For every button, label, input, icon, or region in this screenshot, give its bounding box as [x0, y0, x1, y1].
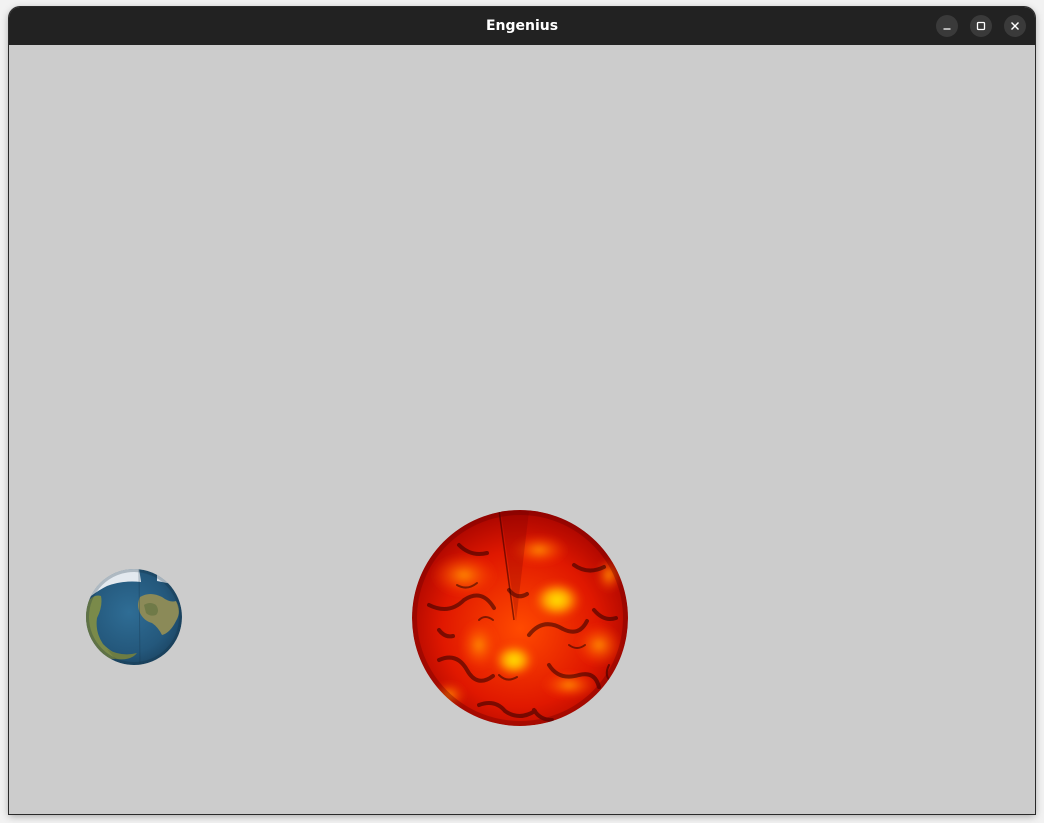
render-viewport[interactable] [9, 45, 1035, 814]
app-window: Engenius [9, 7, 1035, 814]
minimize-button[interactable] [936, 15, 958, 37]
earth-sphere [86, 569, 182, 665]
minimize-icon [943, 28, 951, 30]
maximize-icon [976, 21, 986, 31]
scene-canvas [86, 510, 628, 726]
window-title: Engenius [485, 18, 559, 34]
title-bar[interactable]: Engenius [9, 7, 1035, 45]
close-icon [1011, 22, 1019, 30]
close-button[interactable] [1004, 15, 1026, 37]
sun-sphere [412, 510, 628, 726]
maximize-button[interactable] [970, 15, 992, 37]
